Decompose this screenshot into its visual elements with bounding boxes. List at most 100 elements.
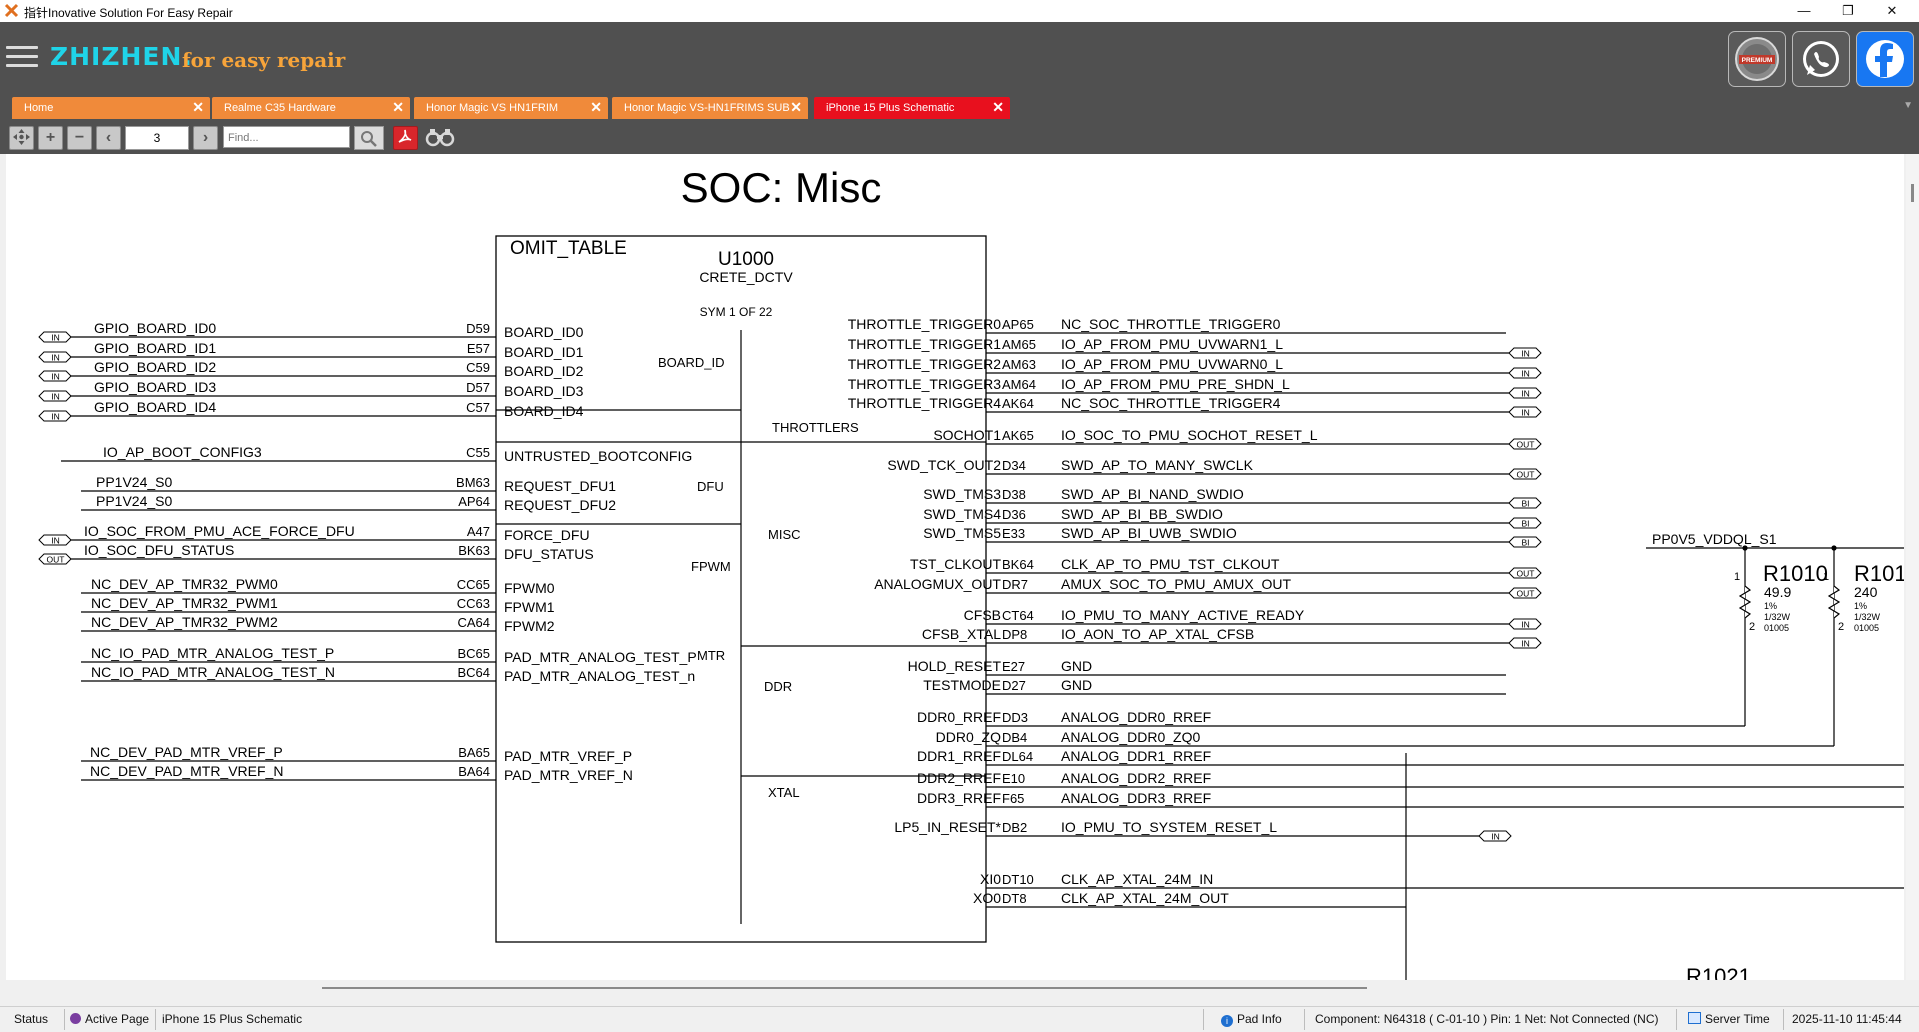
net-name: IO_AP_FROM_PMU_PRE_SHDN_L xyxy=(1061,376,1290,392)
right-pin-row[interactable]: DDR3_RREF F65 ANALOG_DDR3_RREF xyxy=(917,790,1904,808)
close-button[interactable]: ✕ xyxy=(1870,0,1914,22)
whatsapp-button[interactable] xyxy=(1792,31,1850,87)
vertical-scrollbar[interactable] xyxy=(1906,154,1919,980)
port-flag-in[interactable]: IN xyxy=(38,410,72,422)
page-number-input[interactable]: 3 xyxy=(125,126,189,150)
right-pin-row[interactable]: XI0 DT10 CLK_AP_XTAL_24M_IN xyxy=(980,871,1904,889)
schematic-canvas[interactable]: SOC: Misc OMIT_TABLE U1000 CRETE_DCTV SY… xyxy=(6,154,1904,980)
group-label-misc: MISC xyxy=(768,527,801,542)
left-pin-row[interactable]: NC_IO_PAD_MTR_ANALOG_TEST_P BC65 PAD_MTR_A… xyxy=(81,645,697,665)
port-flag-in[interactable]: IN xyxy=(38,351,72,363)
port-flag-in[interactable]: IN xyxy=(1508,637,1542,649)
pdf-export-button[interactable] xyxy=(393,126,418,150)
r101-power: 1/32W xyxy=(1854,612,1881,622)
tab-close-icon[interactable]: ✕ xyxy=(392,99,404,116)
port-flag-out[interactable]: OUT xyxy=(1508,567,1542,579)
left-pin-row[interactable]: IO_AP_BOOT_CONFIG3 C55 UNTRUSTED_BOOTCONFI… xyxy=(61,444,692,464)
menu-icon[interactable] xyxy=(6,46,38,70)
port-flag-bi[interactable]: BI xyxy=(1508,536,1542,548)
port-flag-in[interactable]: IN xyxy=(38,390,72,402)
pad-info[interactable]: i Pad Info xyxy=(1221,1007,1282,1032)
port-flag-in[interactable]: IN xyxy=(1508,387,1542,399)
schematic-drawing[interactable]: SOC: Misc OMIT_TABLE U1000 CRETE_DCTV SY… xyxy=(6,154,1904,980)
find-button[interactable] xyxy=(354,126,384,150)
tab-close-icon[interactable]: ✕ xyxy=(992,99,1004,116)
tab-iphone-15-plus[interactable]: iPhone 15 Plus Schematic ✕ xyxy=(814,97,1010,119)
tabs-overflow-icon[interactable]: ▼ xyxy=(1903,100,1913,111)
status-bar: Status Active Page iPhone 15 Plus Schema… xyxy=(0,1006,1919,1032)
port-flag-bi[interactable]: BI xyxy=(1508,517,1542,529)
pin-name: SWD_TMS4 xyxy=(923,506,1001,522)
ball-number: AP65 xyxy=(1002,317,1034,332)
right-pin-row[interactable]: SWD_TMS3 D38 SWD_AP_BI_NAND_SWDIO BI xyxy=(923,486,1542,509)
r101-value: 240 xyxy=(1854,584,1878,600)
right-pin-row[interactable]: TESTMODE D27 GND xyxy=(923,677,1506,695)
find-input[interactable]: Find... xyxy=(223,126,350,148)
active-page-indicator: Active Page xyxy=(70,1007,149,1032)
left-pin-row[interactable]: NC_DEV_PAD_MTR_VREF_P BA65 PAD_MTR_VREF_P xyxy=(81,744,632,764)
resistor-r101[interactable] xyxy=(1827,585,1841,619)
tab-honor-magic-vs[interactable]: Honor Magic VS HN1FRIM ✕ xyxy=(414,97,608,119)
minimize-button[interactable]: — xyxy=(1782,0,1826,22)
premium-button[interactable]: PREMIUM xyxy=(1728,31,1786,87)
facebook-button[interactable] xyxy=(1856,31,1914,87)
port-flag-out[interactable]: OUT xyxy=(38,553,72,565)
left-pin-row[interactable]: NC_DEV_AP_TMR32_PWM0 CC65 FPWM0 xyxy=(81,576,555,596)
right-pin-row[interactable]: THROTTLE_TRIGGER0 AP65 NC_SOC_THROTTLE_TRI… xyxy=(848,316,1506,334)
right-pin-row[interactable]: THROTTLE_TRIGGER4 AK64 NC_SOC_THROTTLE_TRI… xyxy=(848,395,1542,418)
next-page-button[interactable]: › xyxy=(193,126,218,150)
zoom-in-button[interactable]: + xyxy=(38,126,63,150)
right-pin-row[interactable]: ANALOGMUX_OUT DR7 AMUX_SOC_TO_PMU_AMUX_OUT… xyxy=(874,576,1542,599)
right-pin-row[interactable]: XO0 DT8 CLK_AP_XTAL_24M_OUT xyxy=(973,890,1406,908)
left-pin-row[interactable]: NC_DEV_PAD_MTR_VREF_N BA64 PAD_MTR_VREF_N xyxy=(81,763,633,783)
tab-realme-c35[interactable]: Realme C35 Hardware ✕ xyxy=(212,97,410,119)
resistor-r1010[interactable] xyxy=(1738,585,1752,619)
left-pin-row[interactable]: NC_DEV_AP_TMR32_PWM2 CA64 FPWM2 xyxy=(81,614,555,634)
right-pin-row[interactable]: CFSB_XTAL DP8 IO_AON_TO_AP_XTAL_CFSB IN xyxy=(922,626,1542,649)
horizontal-scroll-thumb[interactable] xyxy=(322,987,1367,989)
left-pin-row[interactable]: PP1V24_S0 AP64 REQUEST_DFU2 xyxy=(81,493,616,513)
port-flag-bi[interactable]: BI xyxy=(1508,497,1542,509)
right-pin-row[interactable]: LP5_IN_RESET* DB2 IO_PMU_TO_SYSTEM_RESET_L… xyxy=(894,819,1512,842)
port-flag-in[interactable]: IN xyxy=(38,370,72,382)
right-pin-row[interactable]: DDR0_RREF DD3 ANALOG_DDR0_RREF xyxy=(917,709,1745,727)
left-pin-row[interactable]: NC_DEV_AP_TMR32_PWM1 CC63 FPWM1 xyxy=(81,595,555,615)
binoculars-button[interactable] xyxy=(424,126,456,148)
pad-info-label: Pad Info xyxy=(1237,1012,1282,1026)
port-flag-in[interactable]: IN xyxy=(1508,347,1542,359)
right-pin-row[interactable]: HOLD_RESET E27 GND xyxy=(908,658,1506,676)
port-flag-label: IN xyxy=(1521,620,1530,630)
zoom-out-button[interactable]: − xyxy=(67,126,92,150)
left-pin-row[interactable]: IO_SOC_DFU_STATUS BK63 DFU_STATUS OUT xyxy=(38,542,594,565)
tab-close-icon[interactable]: ✕ xyxy=(790,99,802,116)
port-flag-in[interactable]: IN xyxy=(38,331,72,343)
left-pin-row[interactable]: PP1V24_S0 BM63 REQUEST_DFU1 xyxy=(81,474,616,494)
port-flag-in[interactable]: IN xyxy=(1508,367,1542,379)
right-pin-row[interactable]: DDR1_RREF DL64 ANALOG_DDR1_RREF xyxy=(917,748,1904,766)
port-flag-in[interactable]: IN xyxy=(1508,406,1542,418)
port-flag-out[interactable]: OUT xyxy=(1508,438,1542,450)
right-pin-row[interactable]: DDR2_RREF E10 ANALOG_DDR2_RREF xyxy=(917,770,1904,788)
right-pin-row[interactable]: SOCHOT1 AK65 IO_SOC_TO_PMU_SOCHOT_RESET_L O… xyxy=(933,427,1542,450)
fit-view-button[interactable] xyxy=(9,126,34,150)
prev-page-button[interactable]: ‹ xyxy=(96,126,121,150)
pin-name: ANALOGMUX_OUT xyxy=(874,576,1001,592)
port-flag-out[interactable]: OUT xyxy=(1508,587,1542,599)
port-flag-out[interactable]: OUT xyxy=(1508,468,1542,480)
tab-home[interactable]: Home ✕ xyxy=(12,97,210,119)
tab-close-icon[interactable]: ✕ xyxy=(590,99,602,116)
port-flag-label: IN xyxy=(1521,369,1530,379)
ball-number: DT8 xyxy=(1002,891,1027,906)
right-pin-row[interactable]: SWD_TMS5 E33 SWD_AP_BI_UWB_SWDIO BI xyxy=(923,525,1542,548)
left-pin-row[interactable]: NC_IO_PAD_MTR_ANALOG_TEST_N BC64 PAD_MTR_A… xyxy=(81,664,695,684)
port-flag-in[interactable]: IN xyxy=(38,534,72,546)
vertical-scroll-thumb[interactable] xyxy=(1911,184,1914,202)
port-flag-in[interactable]: IN xyxy=(1478,830,1512,842)
right-pin-row[interactable]: DDR0_ZQ DB4 ANALOG_DDR0_ZQ0 xyxy=(936,729,1834,747)
tab-close-icon[interactable]: ✕ xyxy=(192,99,204,116)
restore-button[interactable]: ❐ xyxy=(1826,0,1870,22)
facebook-icon xyxy=(1866,40,1904,78)
net-name: NC_SOC_THROTTLE_TRIGGER0 xyxy=(1061,316,1281,332)
tab-honor-magic-vs-sub[interactable]: Honor Magic VS-HN1FRIMS SUB ✕ xyxy=(612,97,808,119)
port-flag-in[interactable]: IN xyxy=(1508,618,1542,630)
